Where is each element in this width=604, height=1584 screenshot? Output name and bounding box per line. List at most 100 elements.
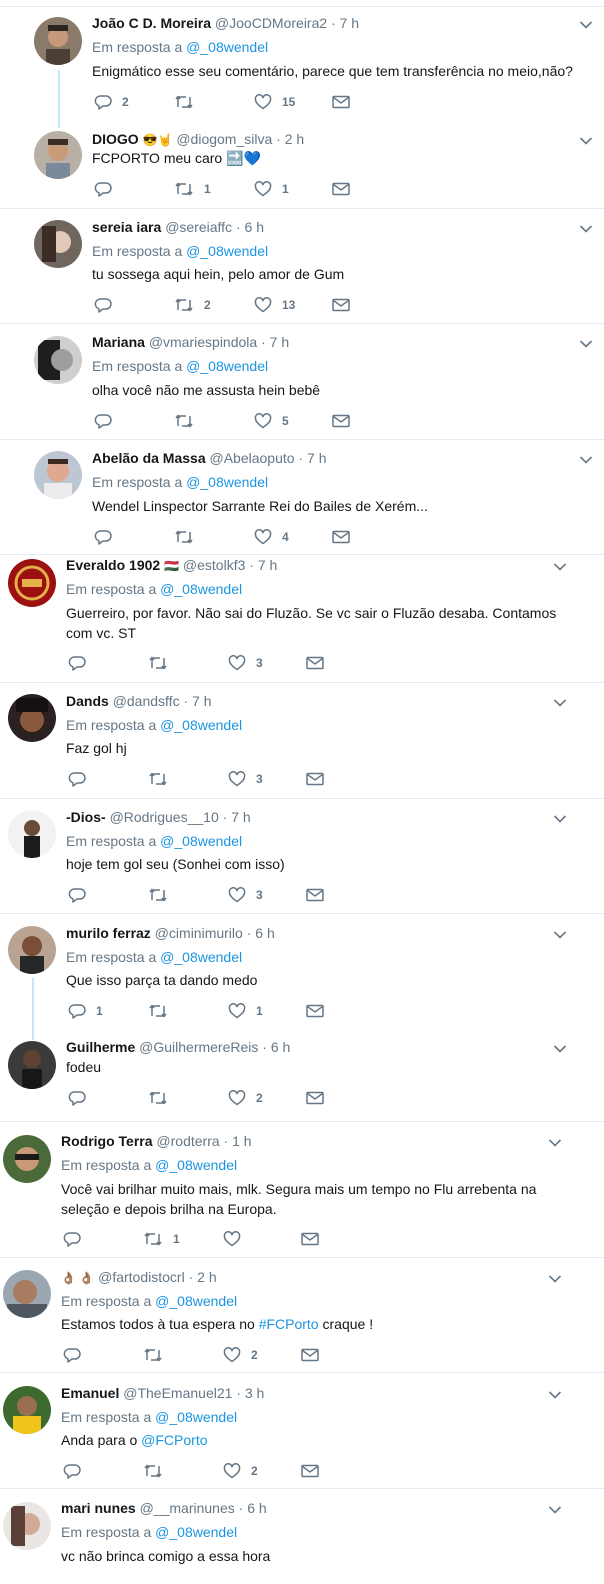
username[interactable]: @Abelaoputo <box>210 450 295 466</box>
dm-button[interactable] <box>306 770 324 788</box>
avatar[interactable] <box>3 1270 51 1318</box>
username[interactable]: @__marinunes <box>140 1500 235 1516</box>
display-name[interactable]: Rodrigo Terra <box>61 1133 153 1149</box>
like-button[interactable]: 1 <box>254 180 289 198</box>
username[interactable]: @fartodistocrl <box>98 1269 185 1285</box>
avatar[interactable] <box>34 131 82 179</box>
timestamp[interactable]: 3 h <box>245 1385 264 1401</box>
like-button[interactable]: 5 <box>254 412 289 430</box>
timestamp[interactable]: 7 h <box>258 557 277 573</box>
dm-button[interactable] <box>332 180 350 198</box>
dm-button[interactable] <box>332 93 350 111</box>
retweet-button[interactable] <box>148 770 178 788</box>
reply-button[interactable] <box>68 1089 96 1107</box>
reply-button[interactable] <box>94 296 122 314</box>
display-name[interactable]: Everaldo 1902 <box>66 557 160 573</box>
retweet-button[interactable]: 2 <box>174 296 211 314</box>
retweet-button[interactable] <box>174 93 204 111</box>
like-button[interactable]: 2 <box>223 1346 258 1364</box>
chevron-down-icon[interactable] <box>548 1387 562 1405</box>
retweet-button[interactable] <box>143 1346 173 1364</box>
reply-button[interactable]: 1 <box>68 1002 103 1020</box>
display-name[interactable]: DIOGO <box>92 131 139 147</box>
reply-to-link[interactable]: @_08wendel <box>186 358 268 374</box>
timestamp[interactable]: 2 h <box>197 1269 216 1285</box>
chevron-down-icon[interactable] <box>579 221 593 239</box>
retweet-button[interactable] <box>174 528 204 546</box>
avatar[interactable] <box>3 1502 51 1550</box>
avatar[interactable] <box>8 810 56 858</box>
reply-to-link[interactable]: @_08wendel <box>186 243 268 259</box>
reply-button[interactable] <box>94 412 122 430</box>
chevron-down-icon[interactable] <box>548 1502 562 1520</box>
chevron-down-icon[interactable] <box>553 695 567 713</box>
chevron-down-icon[interactable] <box>579 452 593 470</box>
avatar[interactable] <box>8 694 56 742</box>
dm-button[interactable] <box>306 886 324 904</box>
reply-to-link[interactable]: @_08wendel <box>186 474 268 490</box>
timestamp[interactable]: 6 h <box>255 925 274 941</box>
retweet-button[interactable] <box>148 1089 178 1107</box>
mention-link[interactable]: @FCPorto <box>141 1432 207 1448</box>
like-button[interactable]: 4 <box>254 528 289 546</box>
timestamp[interactable]: 7 h <box>231 809 250 825</box>
reply-to-link[interactable]: @_08wendel <box>155 1157 237 1173</box>
like-button[interactable]: 1 <box>228 1002 263 1020</box>
timestamp[interactable]: 1 h <box>232 1133 251 1149</box>
display-name[interactable]: Dands <box>66 693 109 709</box>
avatar[interactable] <box>34 220 82 268</box>
display-name[interactable]: sereia iara <box>92 219 161 235</box>
retweet-button[interactable] <box>148 654 178 672</box>
avatar[interactable] <box>8 926 56 974</box>
hashtag-link[interactable]: #FCPorto <box>259 1316 319 1332</box>
username[interactable]: @GuilhermereReis <box>139 1039 258 1055</box>
retweet-button[interactable]: 1 <box>143 1230 180 1248</box>
retweet-button[interactable] <box>148 886 178 904</box>
like-button[interactable]: 15 <box>254 93 295 111</box>
like-button[interactable]: 13 <box>254 296 295 314</box>
chevron-down-icon[interactable] <box>579 336 593 354</box>
chevron-down-icon[interactable] <box>579 17 593 35</box>
chevron-down-icon[interactable] <box>548 1135 562 1153</box>
dm-button[interactable] <box>332 296 350 314</box>
timestamp[interactable]: 7 h <box>340 15 359 31</box>
username[interactable]: @rodterra <box>156 1133 219 1149</box>
chevron-down-icon[interactable] <box>553 559 567 577</box>
reply-to-link[interactable]: @_08wendel <box>186 39 268 55</box>
retweet-button[interactable]: 1 <box>174 180 211 198</box>
username[interactable]: @Rodrigues__10 <box>110 809 219 825</box>
chevron-down-icon[interactable] <box>579 133 593 151</box>
reply-button[interactable] <box>63 1462 91 1480</box>
avatar[interactable] <box>3 1386 51 1434</box>
chevron-down-icon[interactable] <box>553 811 567 829</box>
avatar[interactable] <box>3 1135 51 1183</box>
chevron-down-icon[interactable] <box>553 1041 567 1059</box>
dm-button[interactable] <box>332 412 350 430</box>
display-name[interactable]: Guilherme <box>66 1039 135 1055</box>
username[interactable]: @ciminimurilo <box>155 925 243 941</box>
reply-to-link[interactable]: @_08wendel <box>160 717 242 733</box>
username[interactable]: @TheEmanuel21 <box>123 1385 232 1401</box>
like-button[interactable]: 2 <box>228 1089 263 1107</box>
chevron-down-icon[interactable] <box>553 927 567 945</box>
chevron-down-icon[interactable] <box>548 1271 562 1289</box>
reply-button[interactable] <box>63 1230 91 1248</box>
display-name[interactable]: -Dios- <box>66 809 106 825</box>
username[interactable]: @sereiaffc <box>165 219 232 235</box>
avatar[interactable] <box>34 451 82 499</box>
username[interactable]: @estolkf3 <box>183 557 245 573</box>
dm-button[interactable] <box>332 528 350 546</box>
avatar[interactable] <box>8 559 56 607</box>
like-button[interactable]: 3 <box>228 654 263 672</box>
reply-to-link[interactable]: @_08wendel <box>155 1293 237 1309</box>
username[interactable]: @diogom_silva <box>176 131 272 147</box>
reply-to-link[interactable]: @_08wendel <box>160 581 242 597</box>
reply-button[interactable] <box>94 528 122 546</box>
timestamp[interactable]: 6 h <box>271 1039 290 1055</box>
display-name[interactable]: Emanuel <box>61 1385 119 1401</box>
like-button[interactable]: 3 <box>228 886 263 904</box>
timestamp[interactable]: 6 h <box>245 219 264 235</box>
reply-button[interactable]: 2 <box>94 93 129 111</box>
dm-button[interactable] <box>306 1089 324 1107</box>
display-name[interactable]: Mariana <box>92 334 145 350</box>
